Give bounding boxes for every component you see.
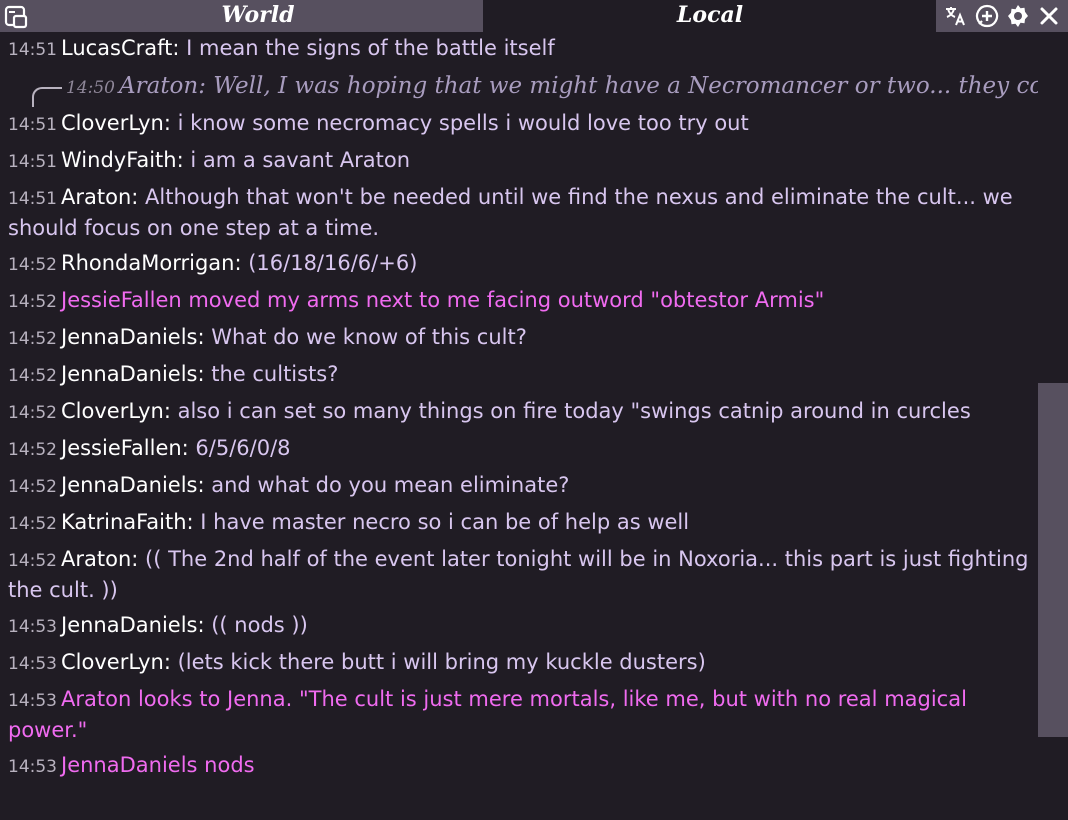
- message-author[interactable]: JennaDaniels:: [61, 362, 205, 386]
- translate-icon[interactable]: [944, 4, 968, 28]
- popout-window-icon[interactable]: [4, 5, 28, 29]
- chat-message: 14:53 CloverLyn: (lets kick there butt i …: [0, 646, 1038, 683]
- chat-message: 14:51 LucasCraft: I mean the signs of the…: [0, 32, 1038, 69]
- message-author[interactable]: Araton:: [61, 185, 138, 209]
- message-text: (( nods )): [204, 613, 308, 637]
- settings-icon[interactable]: [1006, 4, 1030, 28]
- chat-log[interactable]: 14:51 LucasCraft: I mean the signs of the…: [0, 32, 1038, 820]
- message-author[interactable]: Araton:: [61, 547, 138, 571]
- chat-message: 14:52 JessieFallen: 6/5/6/0/8: [0, 432, 1038, 469]
- message-text: Although that won't be needed until we f…: [8, 185, 1013, 240]
- chat-message: 14:51 Araton: Although that won't be need…: [0, 181, 1038, 247]
- message-author[interactable]: JessieFallen: [61, 288, 182, 312]
- chat-message: 14:53 JennaDaniels: (( nods )): [0, 609, 1038, 646]
- reply-text: Araton: Well, I was hoping that we might…: [119, 73, 1038, 99]
- tab-world-label: World: [221, 2, 295, 28]
- tab-world[interactable]: World: [0, 0, 483, 32]
- chat-message: 14:52 JennaDaniels: What do we know of th…: [0, 321, 1038, 358]
- tab-local-label: Local: [676, 2, 744, 28]
- tab-local[interactable]: Local: [483, 0, 936, 32]
- message-author[interactable]: JennaDaniels:: [61, 613, 205, 637]
- message-author[interactable]: KatrinaFaith:: [61, 510, 194, 534]
- message-text: and what do you mean eliminate?: [204, 473, 570, 497]
- chat-message: 14:51 WindyFaith: i am a savant Araton: [0, 144, 1038, 181]
- message-author[interactable]: WindyFaith:: [61, 148, 184, 172]
- message-timestamp: 14:52: [8, 477, 57, 497]
- message-timestamp: 14:53: [8, 691, 57, 711]
- message-text: also i can set so many things on fire to…: [170, 399, 971, 423]
- message-text: nods: [197, 753, 255, 777]
- emote-message: 14:53 Araton looks to Jenna. "The cult is…: [0, 683, 1038, 749]
- message-text: (lets kick there butt i will bring my ku…: [170, 650, 706, 674]
- message-timestamp: 14:53: [8, 617, 57, 637]
- chat-message: 14:52 JennaDaniels: and what do you mean …: [0, 469, 1038, 506]
- message-author[interactable]: JennaDaniels:: [61, 473, 205, 497]
- reply-timestamp: 14:50: [66, 78, 115, 98]
- message-text: the cultists?: [204, 362, 339, 386]
- message-text: 6/5/6/0/8: [188, 436, 291, 460]
- message-timestamp: 14:52: [8, 255, 57, 275]
- message-timestamp: 14:52: [8, 329, 57, 349]
- chat-message: 14:52 KatrinaFaith: I have master necro s…: [0, 506, 1038, 543]
- message-text: (( The 2nd half of the event later tonig…: [8, 547, 1029, 602]
- message-timestamp: 14:51: [8, 189, 57, 209]
- message-timestamp: 14:52: [8, 366, 57, 386]
- chat-header: World Local: [0, 0, 1068, 32]
- scrollbar-thumb[interactable]: [1038, 383, 1068, 737]
- message-text: i am a savant Araton: [183, 148, 411, 172]
- message-text: i know some necromacy spells i would lov…: [170, 111, 749, 135]
- message-timestamp: 14:52: [8, 403, 57, 423]
- message-timestamp: 14:51: [8, 115, 57, 135]
- chat-message: 14:52 CloverLyn: also i can set so many t…: [0, 395, 1038, 432]
- add-chat-icon[interactable]: [975, 4, 999, 28]
- message-timestamp: 14:52: [8, 514, 57, 534]
- message-text: I have master necro so i can be of help …: [193, 510, 690, 534]
- message-timestamp: 14:53: [8, 757, 57, 777]
- chat-message: 14:52 RhondaMorrigan: (16/18/16/6/+6): [0, 247, 1038, 284]
- reply-connector-icon: [32, 87, 62, 107]
- message-author[interactable]: JennaDaniels:: [61, 325, 205, 349]
- message-author[interactable]: JennaDaniels: [61, 753, 197, 777]
- message-author[interactable]: Araton: [61, 687, 131, 711]
- message-text: moved my arms next to me facing outword …: [181, 288, 825, 312]
- chat-message: 14:52 Araton: (( The 2nd half of the even…: [0, 543, 1038, 609]
- chat-toolbar: [936, 0, 1068, 32]
- reply-quote[interactable]: 14:50 Araton: Well, I was hoping that we …: [0, 69, 1038, 107]
- message-timestamp: 14:52: [8, 292, 57, 312]
- message-timestamp: 14:51: [8, 40, 57, 60]
- message-text: What do we know of this cult?: [204, 325, 527, 349]
- message-text: looks to Jenna. "The cult is just mere m…: [8, 687, 967, 742]
- message-timestamp: 14:53: [8, 654, 57, 674]
- message-author[interactable]: CloverLyn:: [61, 650, 171, 674]
- message-author[interactable]: LucasCraft:: [61, 36, 180, 60]
- chat-message: 14:52 JennaDaniels: the cultists?: [0, 358, 1038, 395]
- message-text: I mean the signs of the battle itself: [179, 36, 555, 60]
- message-timestamp: 14:51: [8, 152, 57, 172]
- emote-message: 14:53 JennaDaniels nods: [0, 749, 1038, 786]
- message-timestamp: 14:52: [8, 551, 57, 571]
- close-icon[interactable]: [1037, 4, 1061, 28]
- message-author[interactable]: CloverLyn:: [61, 111, 171, 135]
- message-text: (16/18/16/6/+6): [241, 251, 418, 275]
- emote-message: 14:52 JessieFallen moved my arms next to …: [0, 284, 1038, 321]
- message-author[interactable]: CloverLyn:: [61, 399, 171, 423]
- message-timestamp: 14:52: [8, 440, 57, 460]
- chat-message: 14:51 CloverLyn: i know some necromacy sp…: [0, 107, 1038, 144]
- message-author[interactable]: RhondaMorrigan:: [61, 251, 242, 275]
- message-author[interactable]: JessieFallen:: [61, 436, 189, 460]
